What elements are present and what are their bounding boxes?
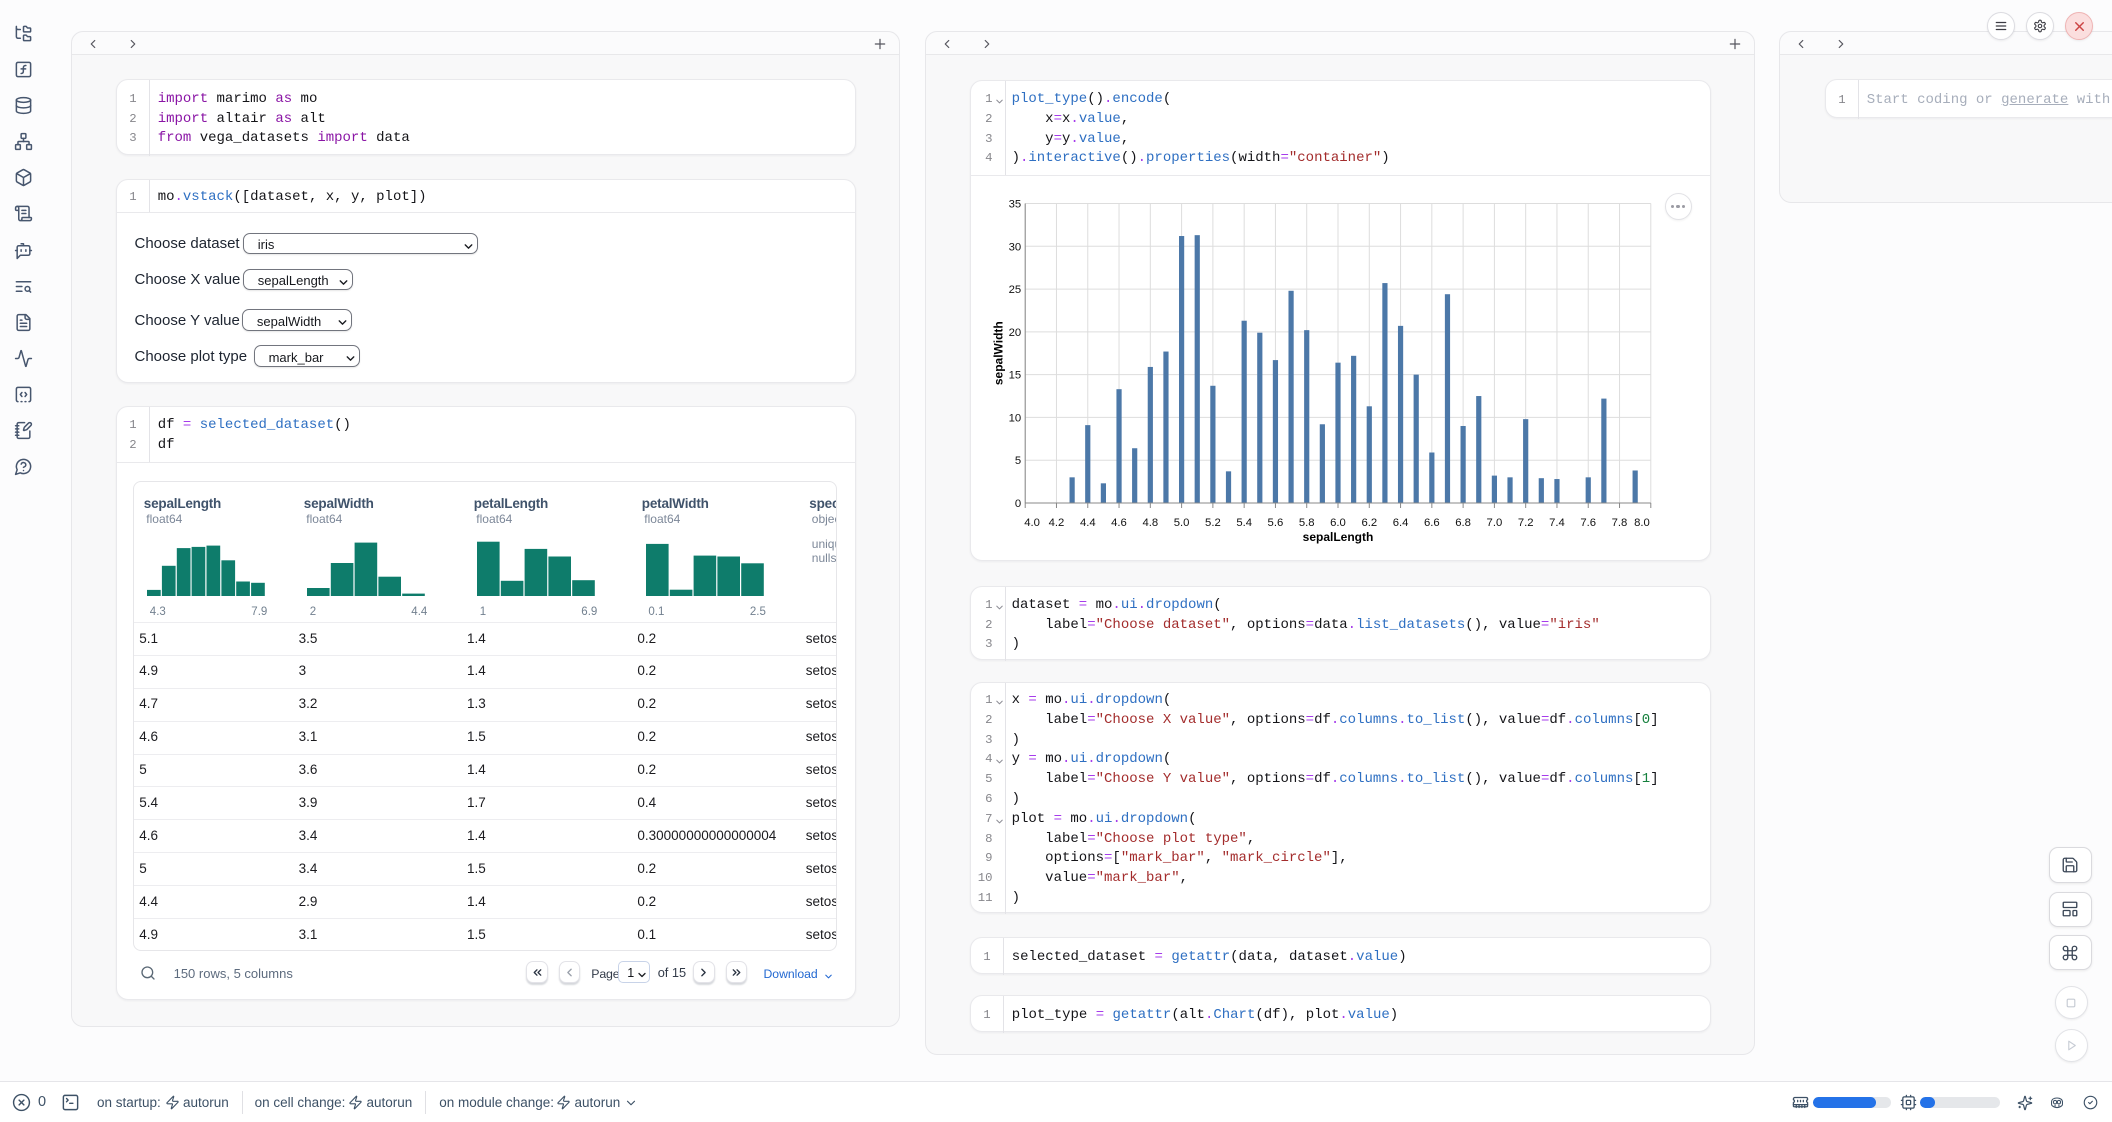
svg-text:4.0: 4.0 [1024,517,1040,529]
svg-text:7.8: 7.8 [1612,517,1628,529]
svg-text:6.2: 6.2 [1361,517,1377,529]
svg-text:5.6: 5.6 [1268,517,1284,529]
svg-text:sepalLength: sepalLength [1303,530,1374,544]
svg-text:5.0: 5.0 [1174,517,1190,529]
svg-text:5.4: 5.4 [1236,517,1252,529]
svg-text:15: 15 [1009,370,1022,382]
svg-text:4.4: 4.4 [1080,517,1096,529]
svg-text:35: 35 [1009,199,1022,211]
svg-text:10: 10 [1009,413,1022,425]
svg-text:6.0: 6.0 [1330,517,1346,529]
svg-text:4.8: 4.8 [1142,517,1158,529]
svg-text:sepalWidth: sepalWidth [991,322,1005,386]
svg-text:6.4: 6.4 [1393,517,1409,529]
svg-text:6.6: 6.6 [1424,517,1440,529]
svg-text:4.6: 4.6 [1111,517,1127,529]
svg-text:0: 0 [1015,498,1021,510]
svg-text:7.2: 7.2 [1518,517,1534,529]
svg-text:7.6: 7.6 [1580,517,1596,529]
svg-text:25: 25 [1009,284,1022,296]
svg-text:7.4: 7.4 [1549,517,1565,529]
svg-text:4.2: 4.2 [1049,517,1065,529]
svg-text:7.0: 7.0 [1487,517,1503,529]
svg-text:5.2: 5.2 [1205,517,1221,529]
svg-text:8.0: 8.0 [1634,517,1650,529]
svg-text:5.8: 5.8 [1299,517,1315,529]
svg-text:20: 20 [1009,327,1022,339]
svg-text:6.8: 6.8 [1455,517,1471,529]
svg-text:30: 30 [1009,242,1022,254]
svg-text:5: 5 [1015,456,1021,468]
